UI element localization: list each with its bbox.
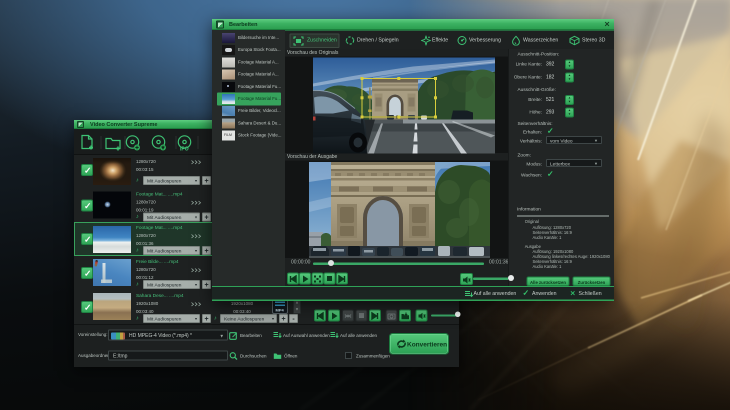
- svg-text:IPO: IPO: [180, 147, 189, 152]
